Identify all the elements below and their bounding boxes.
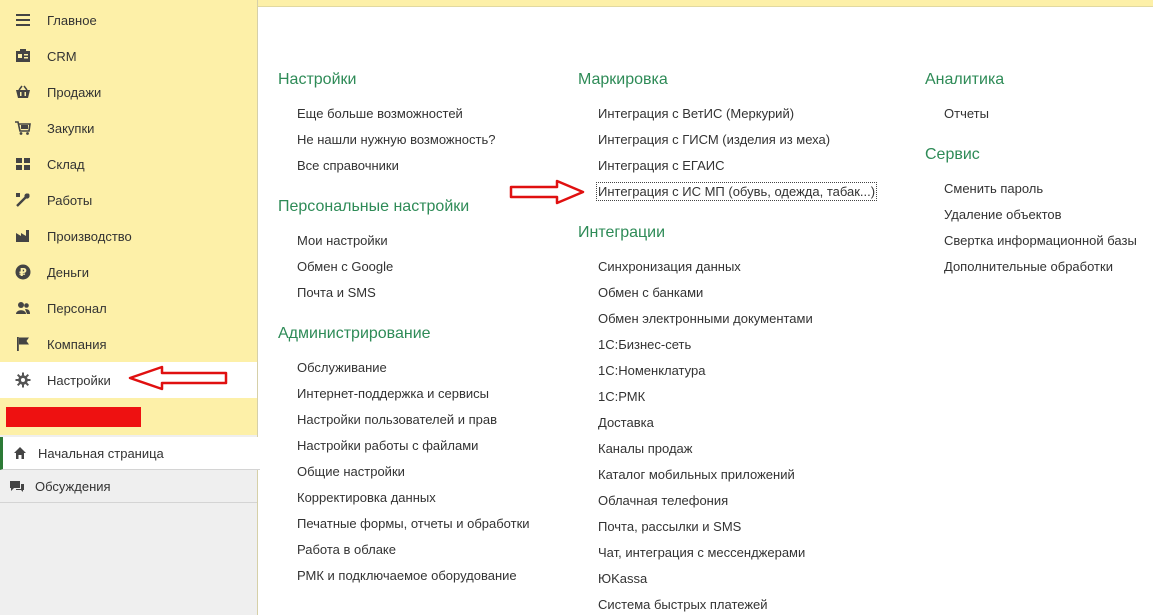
cart-icon bbox=[14, 119, 32, 137]
link-data-sync[interactable]: Синхронизация данных bbox=[598, 259, 741, 274]
sidebar-item-label: Склад bbox=[47, 156, 85, 172]
basket-icon bbox=[14, 83, 32, 101]
sidebar-item-sales[interactable]: Продажи bbox=[0, 74, 257, 110]
link-business-network[interactable]: 1С:Бизнес-сеть bbox=[598, 337, 691, 352]
link-edo[interactable]: Обмен электронными документами bbox=[598, 311, 813, 326]
people-icon bbox=[14, 299, 32, 317]
link-feature-not-found[interactable]: Не нашли нужную возможность? bbox=[297, 132, 495, 147]
sidebar-item-label: CRM bbox=[47, 48, 77, 64]
sidebar-item-label: Работы bbox=[47, 192, 93, 208]
link-additional-processing[interactable]: Дополнительные обработки bbox=[944, 259, 1113, 274]
link-change-password[interactable]: Сменить пароль bbox=[944, 181, 1043, 196]
link-rmk-equipment[interactable]: РМК и подключаемое оборудование bbox=[297, 568, 517, 583]
link-vetis[interactable]: Интеграция с ВетИС (Меркурий) bbox=[598, 106, 794, 121]
nav-discussions[interactable]: Обсуждения bbox=[0, 470, 257, 503]
link-reports[interactable]: Отчеты bbox=[944, 106, 989, 121]
link-nomenclature[interactable]: 1С:Номенклатура bbox=[598, 363, 705, 378]
sidebar-item-staff[interactable]: Персонал bbox=[0, 290, 257, 326]
link-google-exchange[interactable]: Обмен с Google bbox=[297, 259, 393, 274]
sidebar-item-main[interactable]: Главное bbox=[0, 2, 257, 38]
link-sales-channels[interactable]: Каналы продаж bbox=[598, 441, 692, 456]
sidebar-item-production[interactable]: Производство bbox=[0, 218, 257, 254]
factory-icon bbox=[14, 227, 32, 245]
link-cloud-work[interactable]: Работа в облаке bbox=[297, 542, 396, 557]
ruble-icon: ₽ bbox=[14, 263, 32, 281]
link-all-catalogs[interactable]: Все справочники bbox=[297, 158, 399, 173]
link-maintenance[interactable]: Обслуживание bbox=[297, 360, 387, 375]
gear-icon bbox=[14, 371, 32, 389]
annotation-arrow-right bbox=[509, 179, 585, 205]
warehouse-grid-icon bbox=[14, 155, 32, 173]
section-title-personal: Персональные настройки bbox=[278, 198, 470, 215]
section-title-integrations: Интеграции bbox=[578, 224, 666, 241]
link-internet-support[interactable]: Интернет-поддержка и сервисы bbox=[297, 386, 489, 401]
section-title-settings: Настройки bbox=[278, 71, 357, 88]
section-title-analytics: Аналитика bbox=[925, 71, 1005, 88]
link-gism[interactable]: Интеграция с ГИСМ (изделия из меха) bbox=[598, 132, 830, 147]
link-egais[interactable]: Интеграция с ЕГАИС bbox=[598, 158, 724, 173]
link-mail-sms[interactable]: Почта и SMS bbox=[297, 285, 376, 300]
link-more-features[interactable]: Еще больше возможностей bbox=[297, 106, 463, 121]
svg-text:₽: ₽ bbox=[19, 266, 27, 279]
link-db-rollup[interactable]: Свертка информационной базы bbox=[944, 233, 1137, 248]
link-delete-objects[interactable]: Удаление объектов bbox=[944, 207, 1062, 222]
home-icon bbox=[11, 444, 29, 462]
redaction-bar bbox=[6, 407, 141, 427]
link-file-settings[interactable]: Настройки работы с файлами bbox=[297, 438, 478, 453]
sidebar-item-works[interactable]: Работы bbox=[0, 182, 257, 218]
bottom-nav-panel: Начальная страница Обсуждения bbox=[0, 435, 260, 615]
sidebar-item-company[interactable]: Компания bbox=[0, 326, 257, 362]
section-title-admin: Администрирование bbox=[278, 325, 431, 342]
link-general-settings[interactable]: Общие настройки bbox=[297, 464, 405, 479]
top-panel-strip bbox=[258, 0, 1153, 7]
sidebar-item-warehouse[interactable]: Склад bbox=[0, 146, 257, 182]
link-messengers[interactable]: Чат, интеграция с мессенджерами bbox=[598, 545, 805, 560]
sidebar-item-label: Персонал bbox=[47, 300, 107, 316]
link-mail-mailings[interactable]: Почта, рассылки и SMS bbox=[598, 519, 741, 534]
crm-card-icon bbox=[14, 47, 32, 65]
sidebar-item-label: Производство bbox=[47, 228, 132, 244]
link-my-settings[interactable]: Мои настройки bbox=[297, 233, 388, 248]
section-title-marking: Маркировка bbox=[578, 71, 668, 88]
sidebar-item-money[interactable]: ₽ Деньги bbox=[0, 254, 257, 290]
link-mobile-apps[interactable]: Каталог мобильных приложений bbox=[598, 467, 795, 482]
link-cloud-telephony[interactable]: Облачная телефония bbox=[598, 493, 728, 508]
chat-icon bbox=[8, 477, 26, 495]
annotation-arrow-left bbox=[128, 365, 228, 391]
link-fast-payments[interactable]: Система быстрых платежей bbox=[598, 597, 768, 612]
link-1c-rmk[interactable]: 1С:РМК bbox=[598, 389, 645, 404]
sidebar-item-crm[interactable]: CRM bbox=[0, 38, 257, 74]
link-yookassa[interactable]: ЮKassa bbox=[598, 571, 647, 586]
sidebar-item-label: Закупки bbox=[47, 120, 95, 136]
sidebar-item-purchases[interactable]: Закупки bbox=[0, 110, 257, 146]
link-data-correction[interactable]: Корректировка данных bbox=[297, 490, 436, 505]
nav-label: Обсуждения bbox=[35, 478, 111, 494]
sidebar-item-label: Деньги bbox=[47, 264, 89, 280]
link-users-rights[interactable]: Настройки пользователей и прав bbox=[297, 412, 497, 427]
sidebar-item-label: Настройки bbox=[47, 372, 111, 388]
link-delivery[interactable]: Доставка bbox=[598, 415, 654, 430]
sidebar-item-label: Компания bbox=[47, 336, 107, 352]
tools-icon bbox=[14, 191, 32, 209]
link-print-forms[interactable]: Печатные формы, отчеты и обработки bbox=[297, 516, 530, 531]
menu-lines-icon bbox=[14, 11, 32, 29]
nav-label: Начальная страница bbox=[38, 445, 164, 461]
nav-home-page[interactable]: Начальная страница bbox=[0, 437, 260, 470]
link-bank-exchange[interactable]: Обмен с банками bbox=[598, 285, 703, 300]
link-is-mp[interactable]: Интеграция с ИС МП (обувь, одежда, табак… bbox=[595, 182, 878, 201]
section-title-service: Сервис bbox=[925, 146, 980, 163]
sidebar-item-label: Продажи bbox=[47, 84, 102, 100]
sidebar-item-label: Главное bbox=[47, 12, 97, 28]
flag-icon bbox=[14, 335, 32, 353]
